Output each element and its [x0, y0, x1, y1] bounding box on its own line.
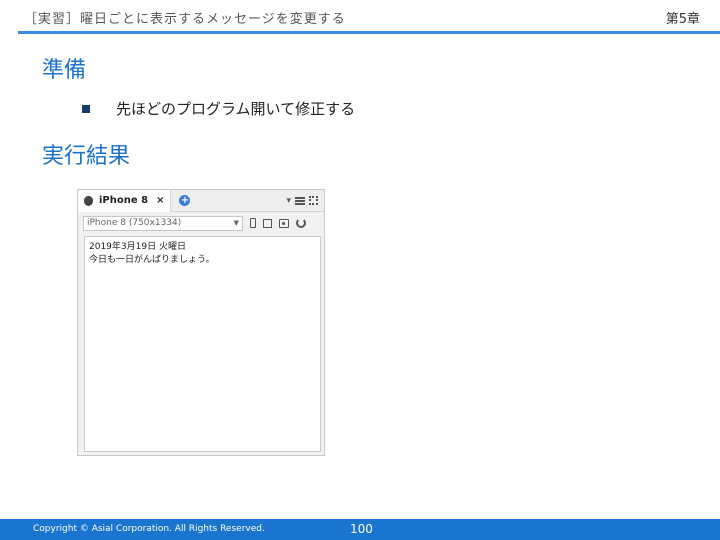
bullet-item: 先ほどのプログラム開いて修正する	[82, 98, 355, 119]
menu-icon[interactable]	[295, 196, 305, 205]
square-bullet-icon	[82, 104, 90, 113]
section-title-result: 実行結果	[42, 144, 131, 169]
rotate-icon[interactable]	[296, 218, 306, 228]
header-divider	[18, 31, 720, 34]
slide-header-title: ［実習］曜日ごとに表示するメッセージを変更する	[24, 12, 346, 27]
screen-date-line: 2019年3月19日 火曜日	[89, 242, 186, 252]
copyright-text: Copyright © Asial Corporation. All Right…	[33, 524, 265, 534]
bullet-text: 先ほどのプログラム開いて修正する	[116, 100, 356, 118]
emulator-panel: iPhone 8 × + ▾ iPhone 8 (750x1334) ▼ 201…	[77, 189, 325, 456]
screen-message-line: 今日も一日がんばりましょう。	[89, 255, 215, 265]
emulator-screen: 2019年3月19日 火曜日 今日も一日がんばりましょう。	[84, 236, 321, 452]
apple-icon	[84, 195, 93, 206]
close-icon[interactable]: ×	[156, 195, 164, 206]
section-title-prep: 準備	[42, 58, 87, 83]
footer-bar: Copyright © Asial Corporation. All Right…	[0, 519, 720, 540]
add-tab-icon[interactable]: +	[179, 195, 191, 206]
emulator-toolbar: iPhone 8 (750x1334) ▼	[78, 212, 324, 234]
tab-bar-controls: ▾	[286, 196, 324, 206]
phone-icon[interactable]	[250, 218, 256, 228]
chapter-label: 第5章	[665, 12, 700, 27]
screenshot-icon[interactable]	[279, 218, 289, 228]
device-tab-label: iPhone 8	[99, 195, 149, 206]
dropdown-caret-icon[interactable]: ▾	[286, 196, 291, 206]
chevron-down-icon: ▼	[233, 219, 239, 227]
expand-icon[interactable]	[309, 196, 318, 205]
device-select[interactable]: iPhone 8 (750x1334) ▼	[83, 215, 243, 231]
device-select-value: iPhone 8 (750x1334)	[87, 218, 182, 228]
device-tab[interactable]: iPhone 8 ×	[78, 189, 172, 212]
page-number: 100	[350, 522, 373, 536]
tablet-icon[interactable]	[263, 218, 272, 228]
emulator-tab-bar: iPhone 8 × + ▾	[78, 189, 324, 212]
